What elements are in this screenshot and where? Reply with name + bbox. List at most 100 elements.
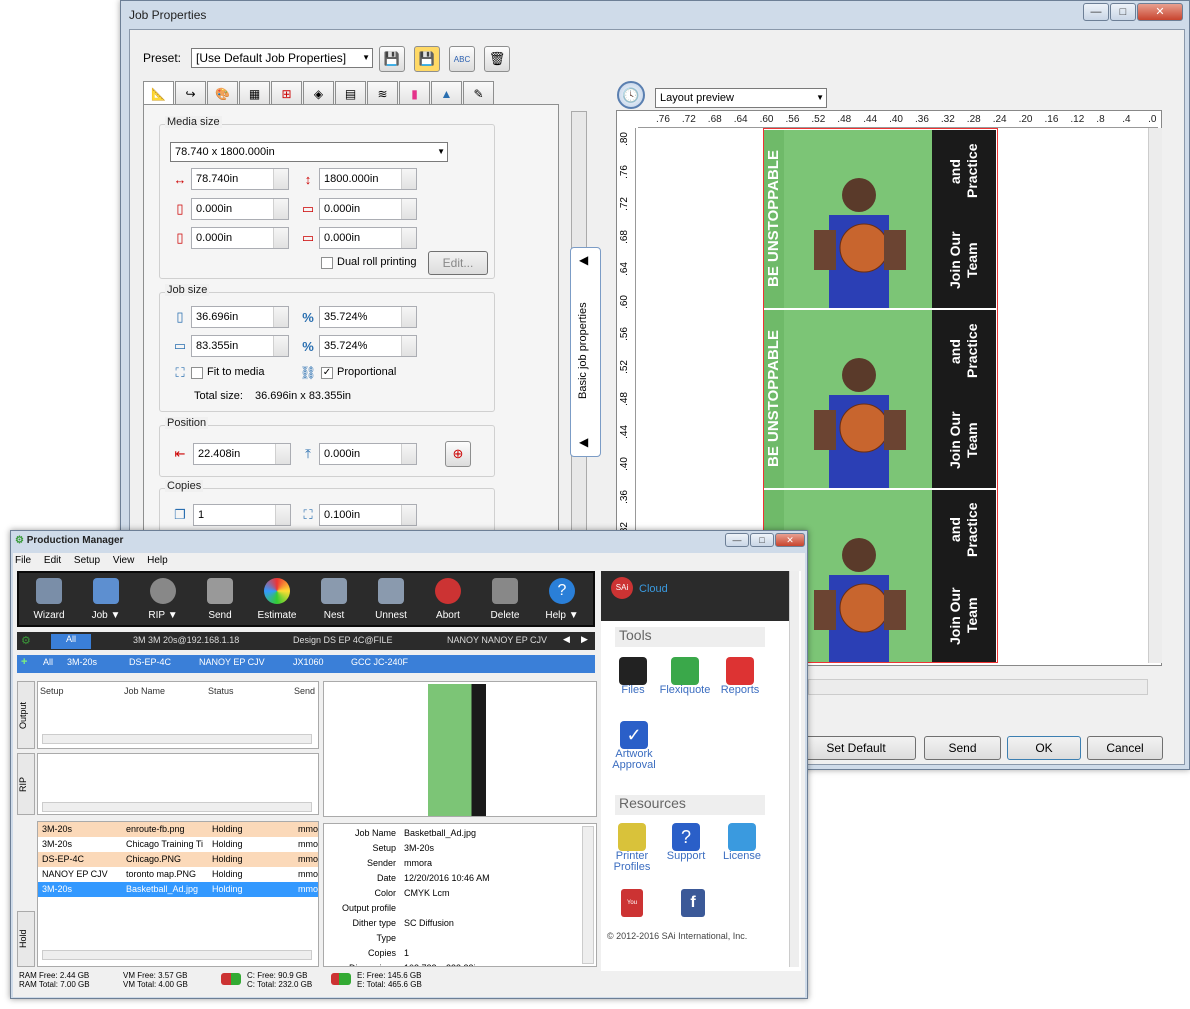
support-link[interactable]: ? Support <box>661 823 711 862</box>
preview-hscroll[interactable] <box>808 679 1148 695</box>
tab-layers[interactable]: ≋ <box>367 81 398 105</box>
output-hscroll[interactable] <box>42 734 312 744</box>
filter-all[interactable]: All <box>43 657 53 667</box>
filter-nanoy[interactable]: NANOY EP CJV <box>199 657 265 667</box>
left-margin-input[interactable]: 0.000in <box>191 198 289 220</box>
table-row[interactable]: 3M-20s Chicago Training Ti Holding mmo <box>38 837 318 852</box>
delete-preset-icon[interactable]: 🗑 <box>484 46 510 72</box>
tab-contour[interactable]: ▲ <box>431 81 462 105</box>
align-position-icon[interactable]: ⊕ <box>445 441 471 467</box>
facebook-icon[interactable]: f <box>681 889 705 917</box>
media-width-input[interactable]: 78.740in <box>191 168 289 190</box>
tab-printer-design[interactable]: Design DS EP 4C@FILE <box>293 635 393 645</box>
artwork-approval-tool[interactable]: ✓ Artwork Approval <box>609 721 659 771</box>
tab-transform[interactable]: ↪ <box>175 81 206 105</box>
send-button[interactable]: Send <box>924 736 1001 760</box>
tab-color-bars[interactable]: ▤ <box>335 81 366 105</box>
menu-file[interactable]: File <box>15 555 31 566</box>
resources-vscroll[interactable] <box>789 571 799 967</box>
delete-button[interactable]: Delete <box>479 575 531 625</box>
pm-minimize-button[interactable]: — <box>725 533 749 547</box>
filter-ds-ep-4c[interactable]: DS-EP-4C <box>129 657 171 667</box>
preset-select[interactable]: [Use Default Job Properties] ▼ <box>191 48 373 68</box>
save-as-preset-icon[interactable]: 💾 <box>414 46 440 72</box>
job-width-input[interactable]: 36.696in <box>191 306 289 328</box>
hold-hscroll[interactable] <box>42 950 312 960</box>
menu-view[interactable]: View <box>113 555 135 566</box>
table-row[interactable]: DS-EP-4C Chicago.PNG Holding mmo <box>38 852 318 867</box>
nest-button[interactable]: Nest <box>308 575 360 625</box>
table-row[interactable]: NANOY EP CJV toronto map.PNG Holding mmo <box>38 867 318 882</box>
files-tool[interactable]: Files <box>613 657 653 696</box>
preview-mode-select[interactable]: Layout preview ▼ <box>655 88 827 108</box>
bottom-margin-input[interactable]: 0.000in <box>319 227 417 249</box>
menu-edit[interactable]: Edit <box>44 555 61 566</box>
table-row-selected[interactable]: 3M-20s Basketball_Ad.jpg Holding mmo <box>38 882 318 897</box>
col-job-name[interactable]: Job Name <box>124 686 165 696</box>
tab-tiling[interactable]: ▦ <box>239 81 270 105</box>
copies-input[interactable]: 1 <box>193 504 291 526</box>
table-row[interactable]: 3M-20s enroute-fb.png Holding mmo <box>38 822 318 837</box>
gap-input[interactable]: 0.100in <box>319 504 417 526</box>
tab-marks[interactable]: ◈ <box>303 81 334 105</box>
tab-general[interactable]: 📐 <box>143 81 174 105</box>
top-margin-input[interactable]: 0.000in <box>319 198 417 220</box>
minimize-button[interactable]: — <box>1083 3 1109 21</box>
clock-icon[interactable]: 🕓 <box>617 81 645 109</box>
filter-3m-20s[interactable]: 3M-20s <box>67 657 97 667</box>
position-x-input[interactable]: 22.408in <box>193 443 291 465</box>
pm-maximize-button[interactable]: □ <box>750 533 774 547</box>
abort-button[interactable]: Abort <box>422 575 474 625</box>
rip-hscroll[interactable] <box>42 802 312 812</box>
tab-special[interactable]: ✎ <box>463 81 494 105</box>
dual-roll-checkbox[interactable] <box>321 257 333 269</box>
pm-close-button[interactable]: ✕ <box>775 533 805 547</box>
edit-button[interactable]: Edit... <box>428 251 488 275</box>
tab-scroll-right-icon[interactable]: ▶ <box>581 634 588 645</box>
youtube-icon[interactable]: You <box>621 889 643 917</box>
job-width-pct-input[interactable]: 35.724% <box>319 306 417 328</box>
send-toolbar-button[interactable]: Send <box>194 575 246 625</box>
estimate-button[interactable]: Estimate <box>251 575 303 625</box>
job-height-pct-input[interactable]: 35.724% <box>319 335 417 357</box>
media-height-input[interactable]: 1800.000in <box>319 168 417 190</box>
reports-tool[interactable]: Reports <box>717 657 763 696</box>
preview-vscroll[interactable] <box>1148 128 1162 663</box>
printer-profiles-link[interactable]: Printer Profiles <box>609 823 655 873</box>
proportional-checkbox[interactable]: ✓ <box>321 367 333 379</box>
tab-printer-nanoy[interactable]: NANOY NANOY EP CJV <box>447 635 547 645</box>
rip-button[interactable]: RIP ▼ <box>137 575 189 625</box>
close-button[interactable]: ✕ <box>1137 3 1183 21</box>
details-vscroll[interactable] <box>582 826 594 964</box>
col-send[interactable]: Send <box>294 686 315 696</box>
tab-color[interactable]: 🎨 <box>207 81 238 105</box>
menu-help[interactable]: Help <box>147 555 168 566</box>
menu-setup[interactable]: Setup <box>74 555 100 566</box>
expand-arrow-icon[interactable]: ◀ <box>579 435 588 449</box>
job-button[interactable]: Job ▼ <box>80 575 132 625</box>
col-status[interactable]: Status <box>208 686 234 696</box>
license-link[interactable]: License <box>719 823 765 862</box>
flexiquote-tool[interactable]: Flexiquote <box>655 657 715 696</box>
rename-preset-icon[interactable]: ABC <box>449 46 475 72</box>
col-setup[interactable]: Setup <box>40 686 64 696</box>
add-filter-icon[interactable]: + <box>21 656 27 668</box>
tab-crop[interactable]: ⊞ <box>271 81 302 105</box>
save-preset-icon[interactable]: 💾 <box>379 46 405 72</box>
side-tab-hold[interactable]: Hold <box>17 911 35 967</box>
side-tab-rip[interactable]: RIP <box>17 753 35 815</box>
wizard-button[interactable]: Wizard <box>23 575 75 625</box>
maximize-button[interactable]: □ <box>1110 3 1136 21</box>
cloud-banner[interactable]: SAi Cloud <box>601 571 791 621</box>
media-size-select[interactable]: 78.740 x 1800.000in ▼ <box>170 142 448 162</box>
job-height-input[interactable]: 83.355in <box>191 335 289 357</box>
set-default-button[interactable]: Set Default <box>796 736 916 760</box>
position-y-input[interactable]: 0.000in <box>319 443 417 465</box>
right-margin-input[interactable]: 0.000in <box>191 227 289 249</box>
collapse-arrow-icon[interactable]: ◀ <box>579 253 588 267</box>
add-printer-icon[interactable]: ⚙ <box>21 634 31 647</box>
filter-jx1060[interactable]: JX1060 <box>293 657 324 667</box>
fit-to-media-checkbox[interactable] <box>191 367 203 379</box>
help-button[interactable]: ? Help ▼ <box>536 575 588 625</box>
tab-all-printers[interactable]: All <box>51 634 91 649</box>
